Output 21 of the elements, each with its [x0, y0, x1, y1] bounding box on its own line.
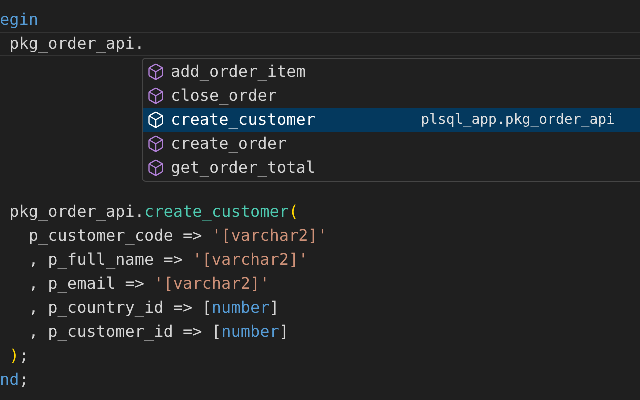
code-line: , p_full_name => '[varchar2]'	[28, 249, 308, 271]
code-line: egin	[0, 9, 39, 31]
method-icon	[147, 63, 165, 81]
suggestion-item[interactable]: create_order	[143, 132, 640, 156]
suggestion-item[interactable]: add_order_item	[143, 60, 640, 84]
code-line: pkg_order_api.	[8, 33, 144, 55]
suggestion-detail: plsql_app.pkg_order_api	[421, 110, 615, 130]
code-line: pkg_order_api.create_customer(	[8, 201, 299, 223]
method-icon	[147, 87, 165, 105]
method-icon	[147, 159, 165, 177]
code-line: );	[8, 345, 29, 367]
code-line: nd;	[0, 369, 29, 391]
suggestion-item[interactable]: close_order	[143, 84, 640, 108]
code-line: , p_email => '[varchar2]'	[28, 273, 270, 295]
suggestion-item[interactable]: create_customer plsql_app.pkg_order_api	[143, 108, 640, 132]
suggestion-item[interactable]: get_order_total	[143, 156, 640, 180]
code-line: , p_country_id => [number]	[28, 297, 280, 319]
code-line: p_customer_code => '[varchar2]'	[28, 225, 328, 247]
method-icon	[147, 111, 165, 129]
method-icon	[147, 135, 165, 153]
code-line: , p_customer_id => [number]	[28, 321, 289, 343]
